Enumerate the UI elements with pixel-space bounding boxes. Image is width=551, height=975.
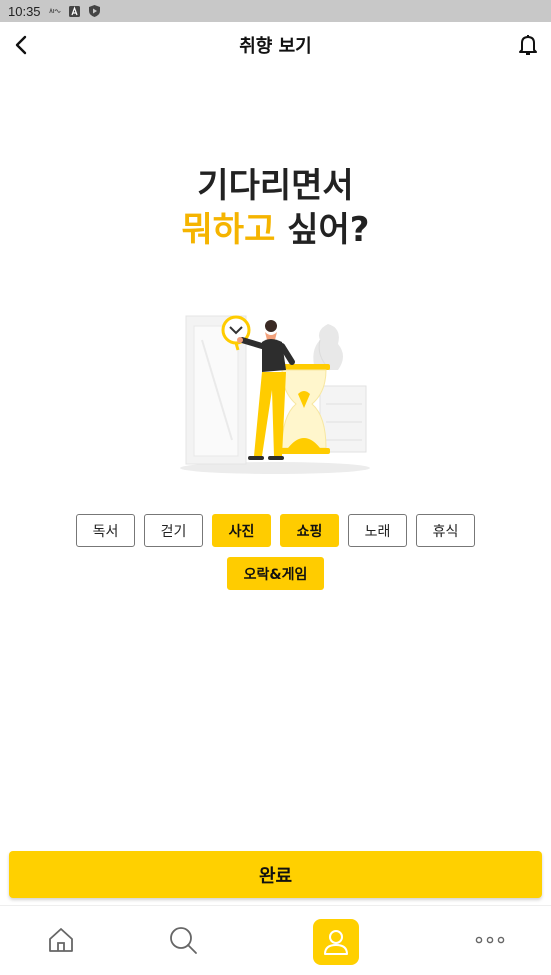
notification-button[interactable] <box>515 32 541 58</box>
chip-games[interactable]: 오락&게임 <box>227 557 324 590</box>
bell-icon <box>519 35 537 55</box>
bottom-nav <box>0 905 551 975</box>
page-title: 취향 보기 <box>239 36 312 57</box>
done-button[interactable]: 완료 <box>9 851 542 898</box>
a-badge-icon <box>69 5 81 17</box>
headline: 기다리면서 뭐하고 싶어? <box>0 164 551 252</box>
app-bar: 취향 보기 <box>0 22 551 68</box>
nav-more[interactable] <box>466 916 514 964</box>
chip-walking[interactable]: 걷기 <box>144 514 203 547</box>
headline-line1: 기다리면서 <box>197 166 354 206</box>
chip-rest[interactable]: 휴식 <box>416 514 475 547</box>
chevron-left-icon <box>15 35 27 55</box>
headline-accent: 뭐하고 <box>181 210 276 250</box>
headline-line2-rest: 싶어? <box>275 210 370 250</box>
chip-reading[interactable]: 독서 <box>76 514 135 547</box>
notification-app-icon <box>48 5 61 17</box>
more-icon <box>475 936 505 944</box>
status-time: 10:35 <box>8 3 41 19</box>
chip-singing[interactable]: 노래 <box>348 514 407 547</box>
profile-icon <box>324 930 348 955</box>
search-icon <box>170 927 197 954</box>
nav-profile[interactable] <box>313 919 359 965</box>
back-button[interactable] <box>8 32 34 58</box>
chip-shopping[interactable]: 쇼핑 <box>280 514 339 547</box>
waiting-illustration <box>170 300 380 480</box>
nav-home[interactable] <box>37 916 85 964</box>
headline-line2: 뭐하고 싶어? <box>0 208 551 252</box>
shield-play-icon <box>89 5 101 17</box>
interest-chips: 독서 걷기 사진 쇼핑 노래 휴식 오락&게임 <box>0 514 551 590</box>
chip-photo[interactable]: 사진 <box>212 514 271 547</box>
nav-search[interactable] <box>159 916 207 964</box>
status-bar: 10:35 <box>0 0 551 22</box>
home-icon <box>49 928 73 952</box>
